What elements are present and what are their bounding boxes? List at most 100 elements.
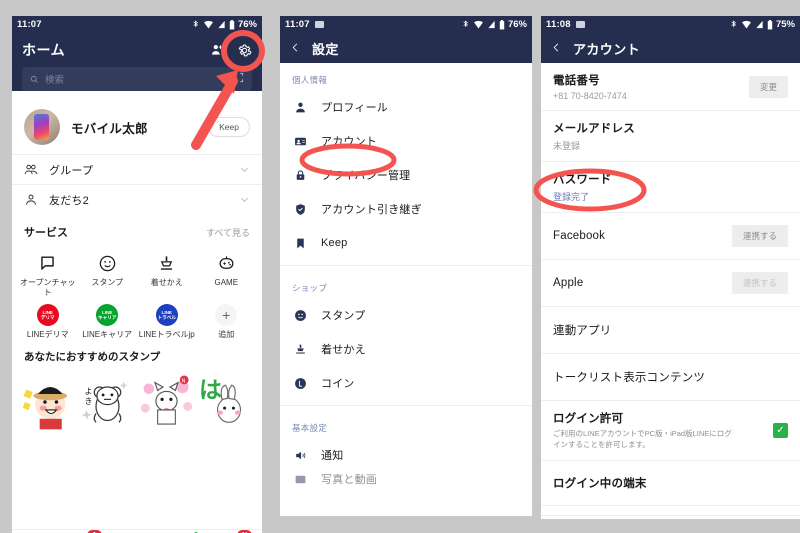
sticker-item[interactable]: N — [140, 371, 193, 433]
service-item-stamp[interactable]: スタンプ — [78, 246, 138, 298]
settings-item-notification[interactable]: 通知 — [280, 438, 532, 472]
profile-row[interactable]: モバイル太郎 Keep — [12, 99, 262, 154]
line-delima-icon: LINE デリマ — [36, 302, 59, 328]
chevron-left-icon[interactable] — [290, 41, 301, 56]
home-header-icons — [210, 43, 252, 58]
svg-text:N: N — [182, 379, 186, 385]
bluetooth-icon — [193, 20, 198, 28]
settings-group-heading: ショップ — [292, 283, 328, 293]
account-row-email[interactable]: メールアドレス 未登録 — [541, 111, 800, 162]
bookmark-icon — [292, 237, 308, 250]
account-delete-link[interactable]: アカウント削除 — [541, 516, 800, 519]
settings-item-photo-video[interactable]: 写真と動画 — [280, 472, 532, 486]
service-item-delima[interactable]: LINE デリマ LINEデリマ — [18, 298, 78, 340]
account-card-icon — [292, 135, 308, 148]
home-row-groups[interactable]: グループ — [12, 154, 262, 184]
account-row-login-permission[interactable]: ログイン許可 ご利用のLINEアカウントでPC版・iPad版LINEにログインす… — [541, 401, 800, 461]
svg-text:は: は — [199, 378, 222, 404]
settings-item-keep[interactable]: Keep — [280, 226, 532, 260]
keep-button[interactable]: Keep — [208, 117, 250, 137]
brush-icon — [157, 250, 176, 276]
settings-item-privacy[interactable]: プライバシー管理 — [280, 158, 532, 192]
account-row-title: ログイン中の端末 — [553, 477, 647, 490]
plus-icon: + — [215, 302, 238, 328]
sticker-item[interactable]: よ き — [81, 371, 134, 433]
coin-icon — [292, 377, 308, 390]
service-item-game[interactable]: GAME — [197, 246, 257, 298]
account-row-logged-in-devices[interactable]: ログイン中の端末 — [541, 461, 800, 506]
brush-filled-icon — [292, 343, 308, 356]
search-input[interactable]: 検索 — [22, 67, 252, 91]
service-item-travel[interactable]: LINE トラベル LINEトラベルjp — [137, 298, 197, 340]
search-icon — [30, 75, 38, 83]
status-icons: 76% — [191, 19, 257, 30]
settings-item-account[interactable]: アカウント — [280, 124, 532, 158]
chevron-left-icon[interactable] — [551, 41, 562, 56]
home-row-friends[interactable]: 友だち2 — [12, 184, 262, 214]
line-travel-icon: LINE トラベル — [155, 302, 178, 328]
home-body: モバイル太郎 Keep グループ 友だち2 サービス すべて見る オープンチャッ… — [12, 99, 262, 533]
status-bar-account: 11:08 75% — [541, 16, 800, 33]
bluetooth-icon — [463, 20, 468, 28]
settings-item-label: プライバシー管理 — [321, 170, 411, 182]
account-navbar: アカウント — [541, 33, 800, 63]
account-row-password[interactable]: パスワード 登録完了 — [541, 162, 800, 213]
home-title-row: ホーム — [22, 33, 252, 67]
services-header: サービス すべて見る — [12, 214, 262, 244]
svg-text:よ: よ — [85, 387, 93, 396]
account-row-apple[interactable]: Apple 連携する — [541, 260, 800, 307]
person-add-icon[interactable] — [210, 43, 224, 57]
settings-item-coin[interactable]: コイン — [280, 366, 532, 400]
chevron-down-icon[interactable] — [239, 164, 250, 175]
settings-item-label: 通知 — [321, 450, 344, 462]
page-title: アカウント — [573, 41, 641, 57]
link-facebook-button[interactable]: 連携する — [731, 225, 788, 247]
qr-scan-icon[interactable] — [233, 70, 244, 88]
service-label: GAME — [214, 278, 239, 287]
link-apple-button[interactable]: 連携する — [731, 272, 788, 294]
service-item-openchat[interactable]: オープンチャット — [18, 246, 78, 298]
gear-icon[interactable] — [237, 43, 252, 58]
service-label: スタンプ — [91, 278, 124, 287]
settings-item-profile[interactable]: プロフィール — [280, 90, 532, 124]
account-row-value: 登録完了 — [553, 192, 590, 202]
settings-item-theme[interactable]: 着せかえ — [280, 332, 532, 366]
bottom-tab-bar: ホーム 1 トーク タイムライン ニュース — [12, 529, 262, 533]
account-row-title: メールアドレス — [553, 123, 635, 135]
phone-panel-account: 11:08 75% アカウント 電話番号 +81 70-8420-7474 変更… — [541, 16, 800, 519]
chevron-down-icon[interactable] — [239, 194, 250, 205]
account-body: 電話番号 +81 70-8420-7474 変更 メールアドレス 未登録 パスワ… — [541, 63, 800, 519]
service-item-career[interactable]: LINE キャリア LINEキャリア — [78, 298, 138, 340]
battery-icon — [767, 19, 773, 29]
service-item-theme[interactable]: 着せかえ — [137, 246, 197, 298]
sticker-item[interactable]: は — [199, 371, 252, 433]
account-row-talk-content[interactable]: トークリスト表示コンテンツ — [541, 354, 800, 401]
settings-group-heading: 基本設定 — [292, 423, 328, 433]
account-row-title: Facebook — [553, 230, 606, 242]
status-bar-settings: 11:07 76% — [280, 16, 532, 33]
battery-icon — [499, 19, 505, 29]
account-row-linked-apps[interactable]: 連動アプリ — [541, 307, 800, 354]
service-item-add[interactable]: + 追加 — [197, 298, 257, 340]
phone-panel-settings: 11:07 76% 設定 個人情報 プロフィール アカウント プライバシー管理 — [280, 16, 532, 516]
account-row-title: Apple — [553, 277, 584, 289]
page-title: 設定 — [312, 41, 339, 57]
settings-body: 個人情報 プロフィール アカウント プライバシー管理 アカウント引き継ぎ Kee… — [280, 63, 532, 516]
account-row-phone[interactable]: 電話番号 +81 70-8420-7474 変更 — [541, 63, 800, 111]
game-robot-icon — [217, 250, 236, 276]
change-phone-button[interactable]: 変更 — [748, 75, 788, 98]
signal-icon — [218, 20, 225, 29]
home-row-label: グループ — [49, 164, 94, 177]
sticker-item[interactable] — [22, 371, 75, 433]
services-see-all[interactable]: すべて見る — [206, 226, 250, 239]
settings-item-label: アカウント — [321, 136, 377, 148]
settings-item-account-transfer[interactable]: アカウント引き継ぎ — [280, 192, 532, 226]
screenshot-indicator-icon — [575, 21, 585, 28]
phone-panel-home: 11:07 76% ホーム 検索 モバイル太郎 Keep グループ 友だち2 サ… — [12, 16, 262, 533]
account-row-facebook[interactable]: Facebook 連携する — [541, 213, 800, 260]
login-permission-checkbox[interactable]: ✓ — [773, 422, 788, 438]
home-row-label: 友だち2 — [49, 194, 89, 207]
profile-name: モバイル太郎 — [71, 121, 148, 136]
settings-item-label: Keep — [321, 237, 348, 249]
settings-item-stamp[interactable]: スタンプ — [280, 298, 532, 332]
